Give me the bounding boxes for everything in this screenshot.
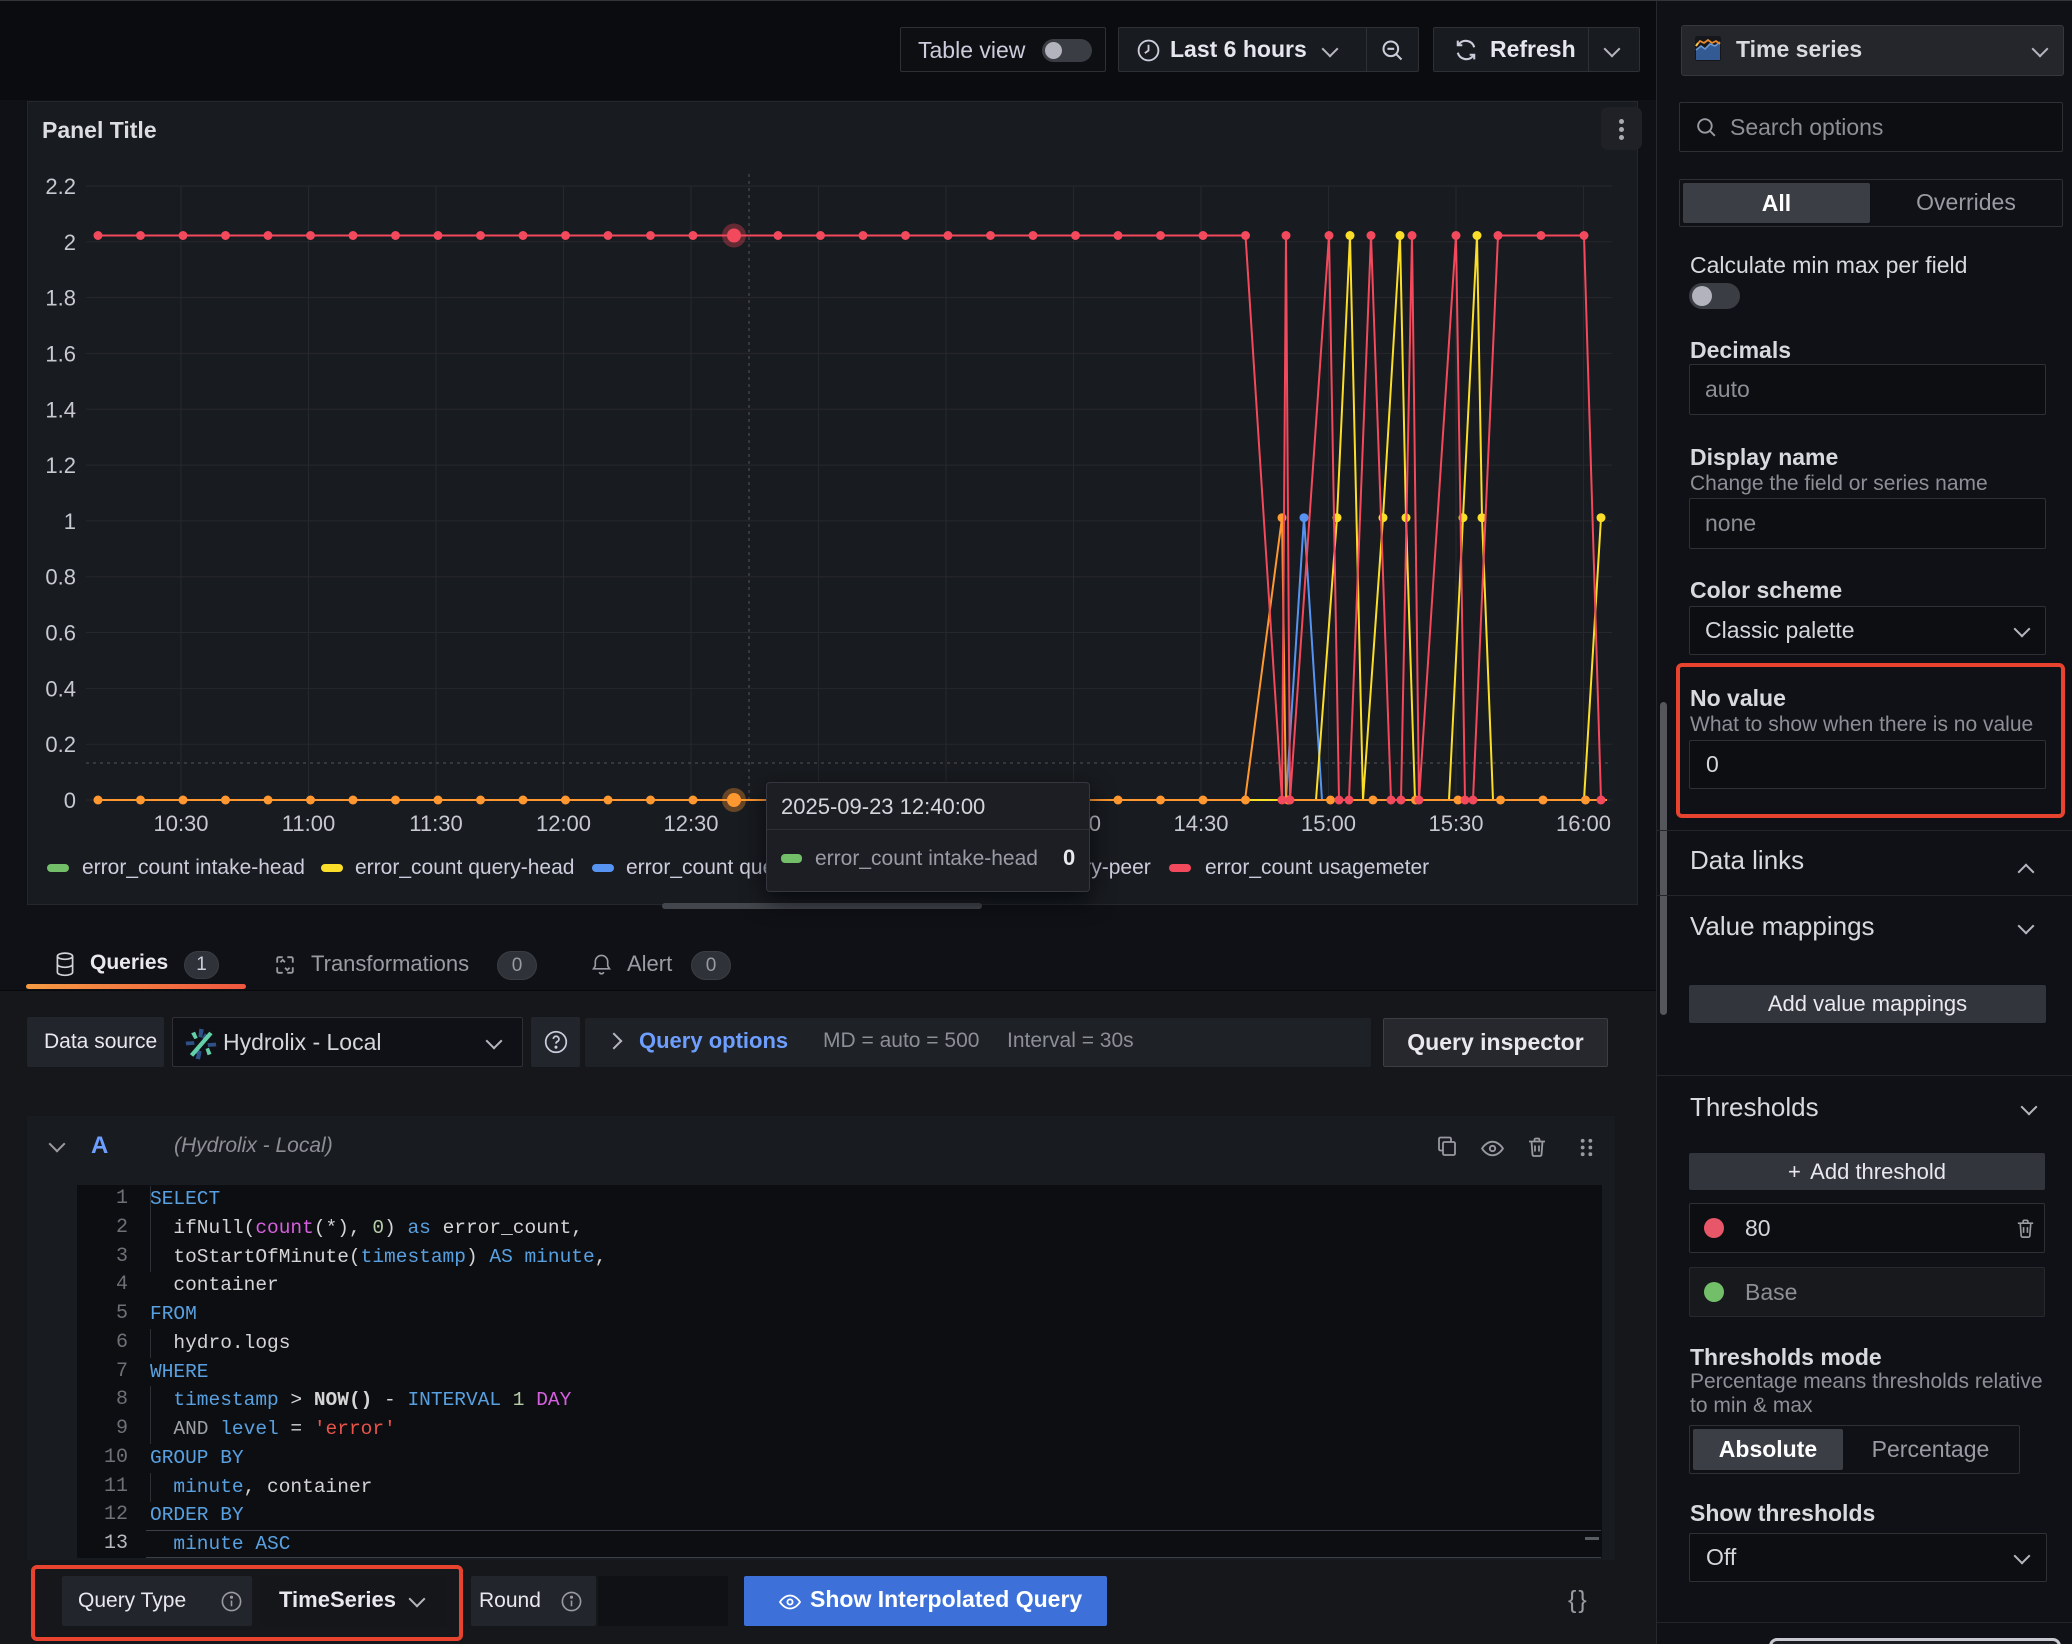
svg-text:15:00: 15:00 [1301, 811, 1356, 836]
svg-text:11:00: 11:00 [282, 811, 335, 836]
svg-text:0.4: 0.4 [45, 676, 76, 701]
svg-text:2: 2 [64, 230, 76, 255]
svg-text:0.6: 0.6 [45, 621, 76, 646]
svg-text:1.4: 1.4 [45, 397, 76, 422]
svg-text:0.8: 0.8 [45, 565, 76, 590]
svg-text:16:00: 16:00 [1556, 811, 1611, 836]
svg-text:1: 1 [64, 509, 76, 534]
svg-text:1.8: 1.8 [45, 286, 76, 311]
svg-text:1.2: 1.2 [45, 453, 76, 478]
svg-text:11:30: 11:30 [409, 811, 462, 836]
svg-text:14:30: 14:30 [1173, 811, 1228, 836]
svg-text:12:30: 12:30 [663, 811, 718, 836]
svg-text:10:30: 10:30 [153, 811, 208, 836]
svg-text:15:30: 15:30 [1428, 811, 1483, 836]
svg-text:0: 0 [64, 788, 76, 813]
svg-text:12:00: 12:00 [536, 811, 591, 836]
svg-text:1.6: 1.6 [45, 341, 76, 366]
svg-text:2.2: 2.2 [45, 174, 76, 199]
svg-text:0.2: 0.2 [45, 732, 76, 757]
